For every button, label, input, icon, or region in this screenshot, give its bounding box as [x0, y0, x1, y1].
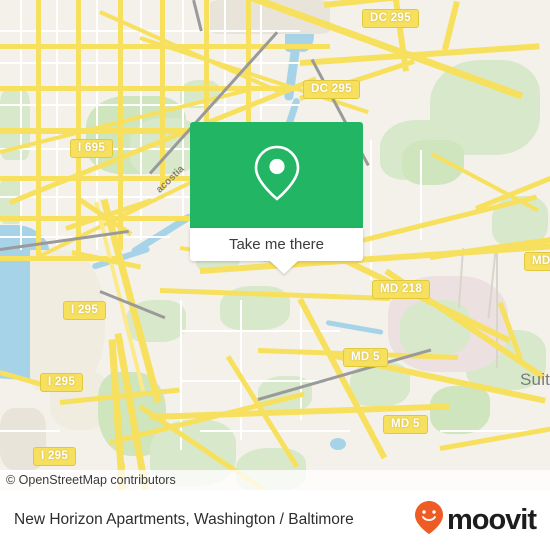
popup-tail: [269, 260, 299, 274]
moovit-logo[interactable]: moovit: [414, 500, 537, 541]
map-pin-icon: [250, 142, 304, 209]
moovit-wordmark: moovit: [446, 503, 537, 536]
road-shield-md5-lower: MD 5: [383, 415, 428, 434]
road-shield-i295-lower: I 295: [33, 447, 77, 466]
map-canvas[interactable]: acostia Suitland DC 295 DC 295 I 695 I 2…: [0, 0, 550, 490]
attribution-text: © OpenStreetMap contributors: [6, 473, 176, 487]
take-me-there-button[interactable]: Take me there: [190, 228, 363, 261]
map-attribution[interactable]: © OpenStreetMap contributors: [0, 470, 550, 490]
road-shield-dc295-mid: DC 295: [303, 80, 360, 99]
road-label-anacostia: acostia: [154, 163, 187, 196]
moovit-pin-smiley-icon: [414, 500, 444, 541]
destination-popup[interactable]: Take me there: [190, 122, 363, 274]
popup-pin-panel: [190, 122, 363, 228]
footer-bar: New Horizon Apartments, Washington / Bal…: [0, 490, 550, 550]
road-shield-i695: I 695: [70, 139, 114, 158]
road-shield-md218: MD 218: [372, 280, 431, 299]
road-shield-md4: MD 4: [524, 252, 550, 271]
place-label-suitland: Suitland: [520, 370, 550, 389]
take-me-there-label: Take me there: [228, 236, 325, 253]
road-shield-i295-mid: I 295: [40, 373, 84, 392]
footer-title: New Horizon Apartments, Washington / Bal…: [14, 511, 354, 528]
map-screen: acostia Suitland DC 295 DC 295 I 695 I 2…: [0, 0, 550, 550]
road-shield-i295-upper: I 295: [63, 301, 107, 320]
road-shield-dc295-north: DC 295: [362, 9, 419, 28]
road-shield-md5-upper: MD 5: [343, 348, 388, 367]
